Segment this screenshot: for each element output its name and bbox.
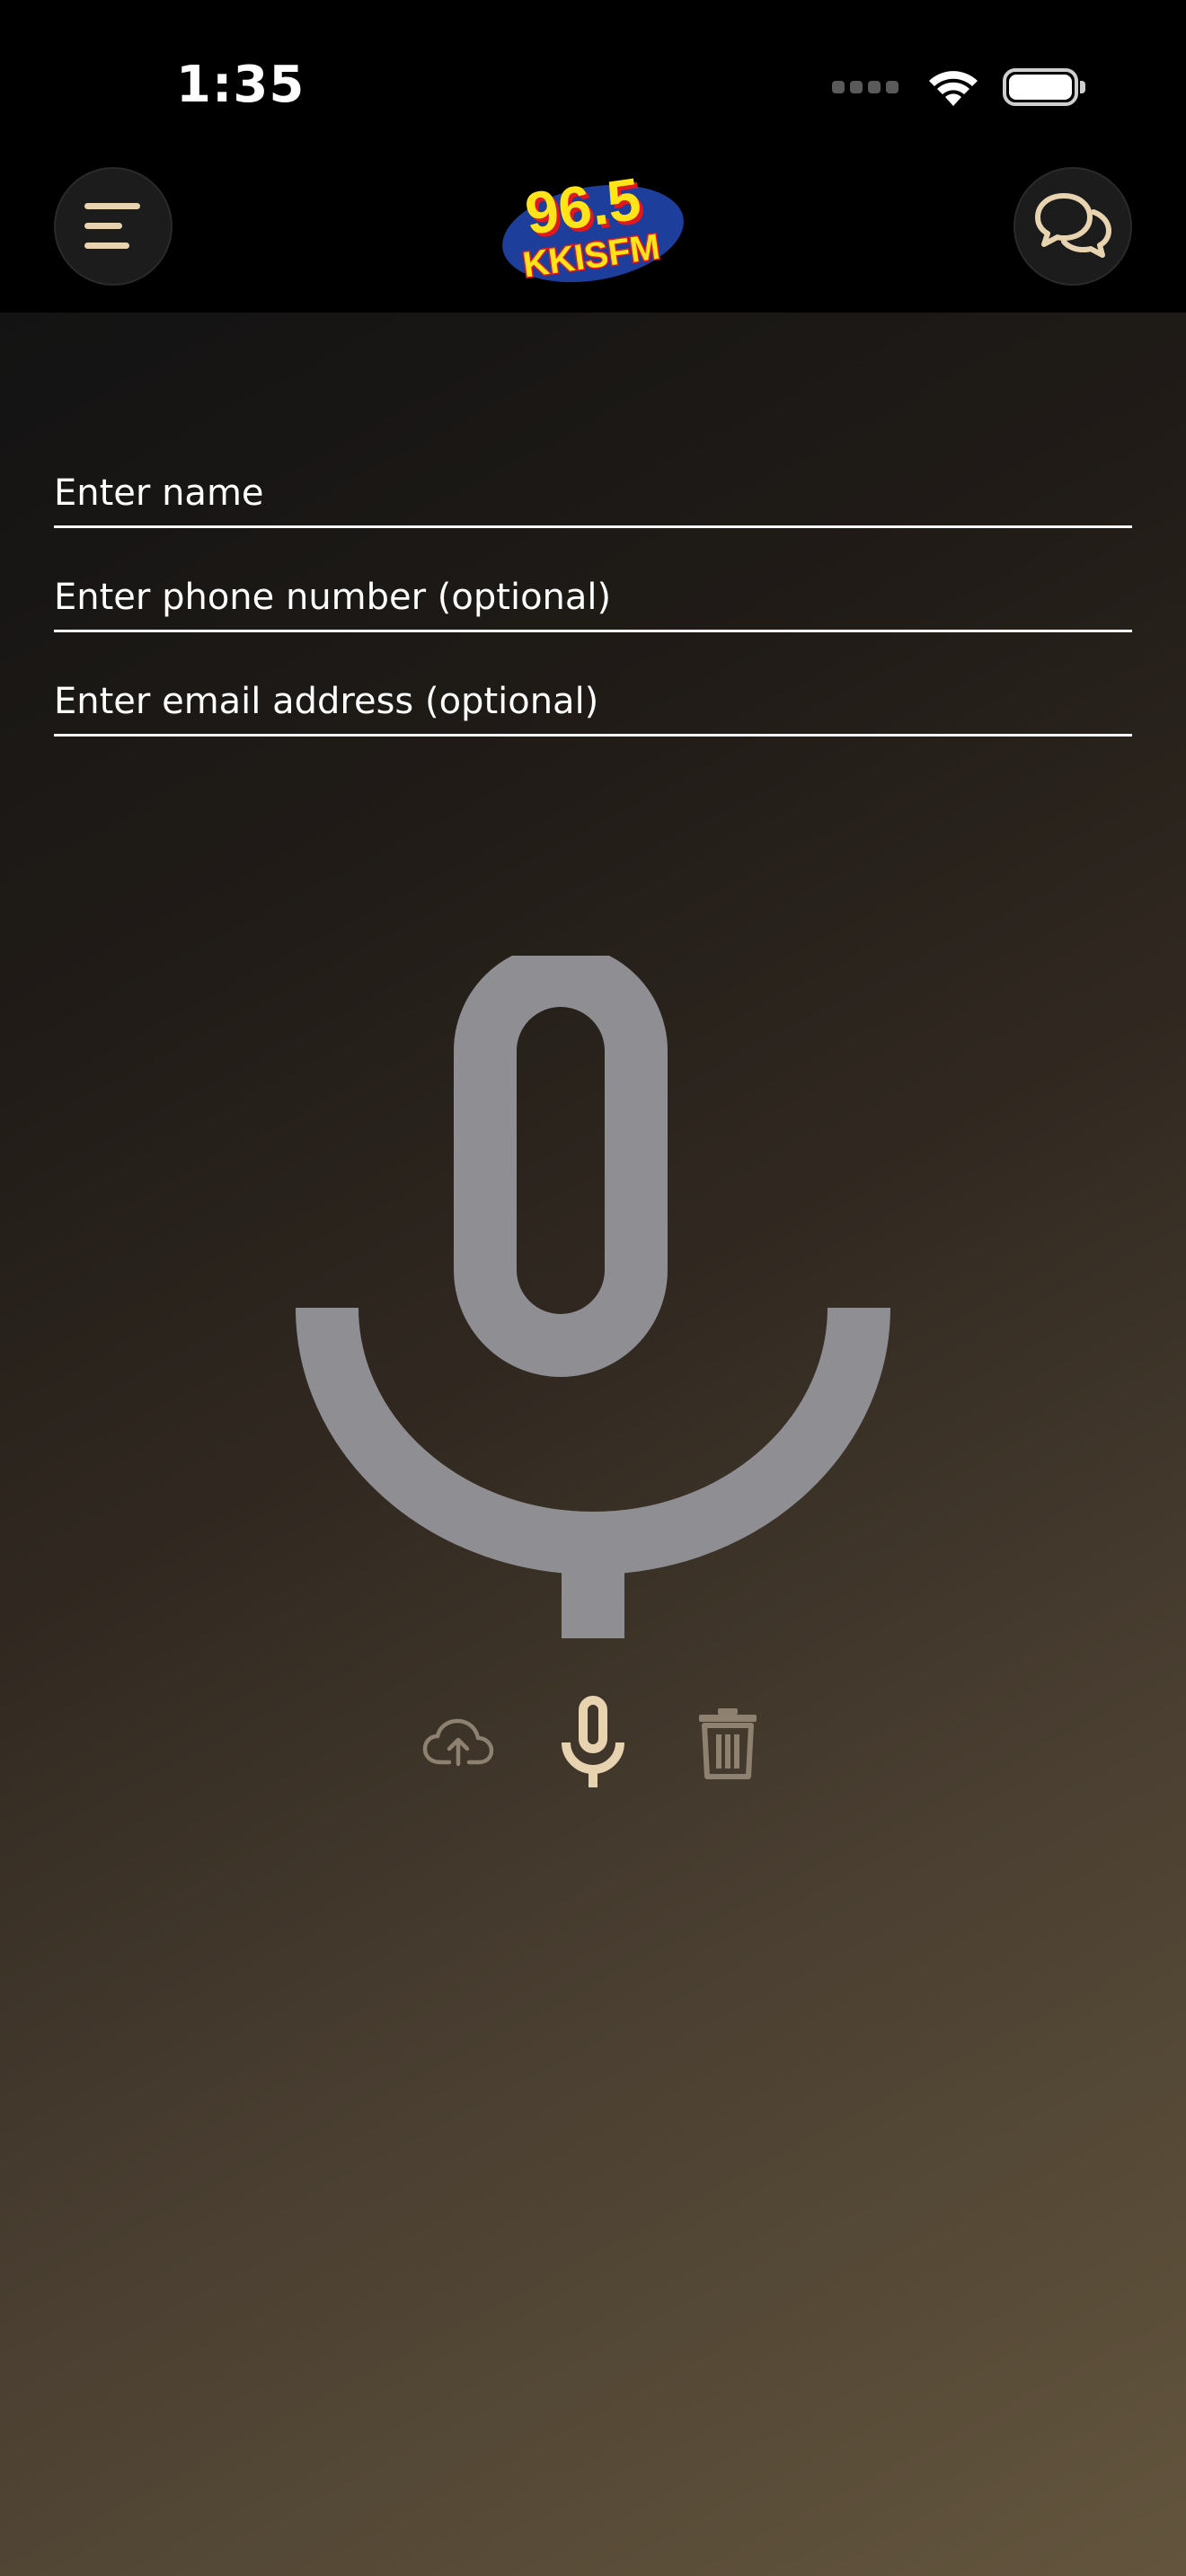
microphone-icon (562, 1696, 624, 1787)
station-logo: 96.5 96.5 KKISFM (496, 165, 690, 287)
phone-field-wrapper (54, 560, 1132, 632)
cloud-upload-icon (422, 1718, 494, 1767)
name-field-wrapper (54, 456, 1132, 528)
upload-button[interactable] (404, 1689, 512, 1796)
menu-button[interactable] (54, 167, 173, 286)
microphone-icon (295, 944, 891, 1638)
delete-button[interactable] (674, 1689, 782, 1796)
record-button[interactable] (539, 1689, 647, 1796)
battery-icon (1003, 68, 1085, 106)
chat-button[interactable] (1013, 167, 1132, 286)
menu-lines-icon (84, 203, 140, 249)
status-time: 1:35 (176, 56, 305, 114)
cellular-signal-icon (832, 81, 904, 93)
phone-input[interactable] (54, 569, 1132, 626)
email-field-wrapper (54, 665, 1132, 737)
wifi-icon (929, 71, 978, 106)
status-bar: 1:35 (0, 0, 1186, 162)
chat-bubbles-icon (1035, 193, 1111, 258)
status-icons (832, 65, 1085, 110)
trash-icon (699, 1708, 757, 1779)
header: 96.5 96.5 KKISFM (0, 162, 1186, 313)
recorder-controls (0, 1689, 1186, 1796)
screen: 1:35 96.5 96.5 KKISFM Enter name Enter p… (0, 0, 1186, 2576)
name-input[interactable] (54, 464, 1132, 522)
email-input[interactable] (54, 673, 1132, 730)
